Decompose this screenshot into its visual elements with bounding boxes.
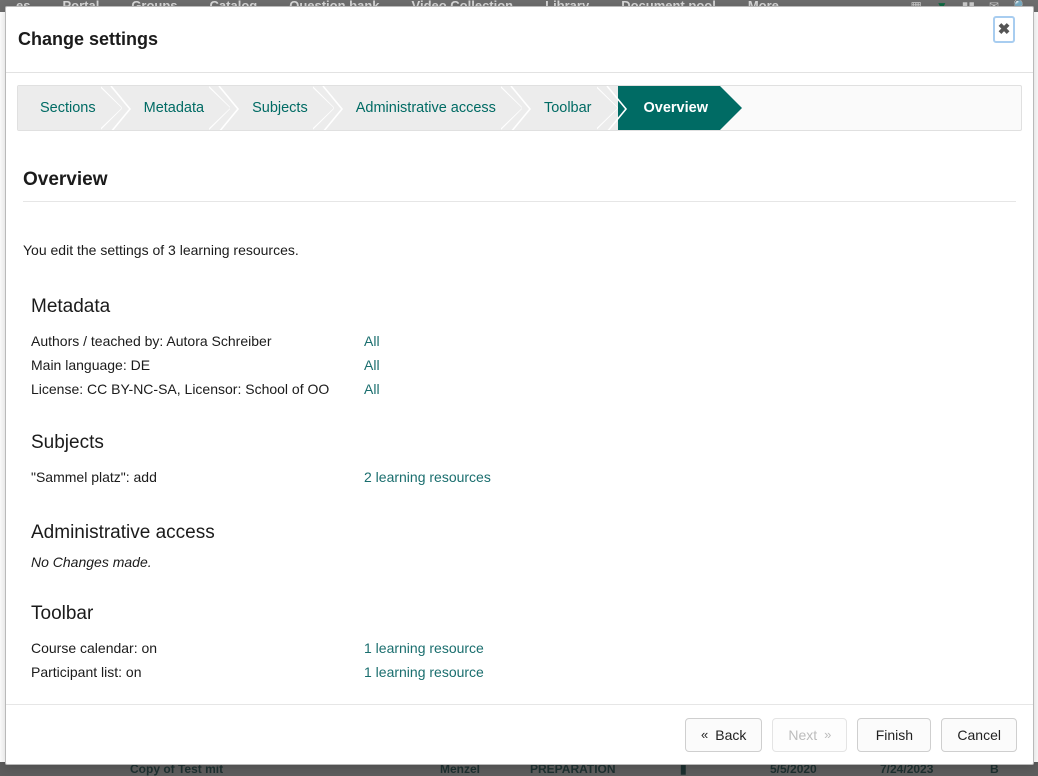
section-toolbar: Toolbar Course calendar: on 1 learning r… (31, 603, 1022, 684)
summary-link[interactable]: 2 learning resources (364, 465, 491, 489)
modal-header: Change settings ✖ (6, 7, 1033, 73)
content-title: Overview (23, 169, 1022, 191)
summary-row: Main language: DE All (31, 353, 1022, 377)
summary-link[interactable]: 1 learning resource (364, 660, 484, 684)
summary-row: Participant list: on 1 learning resource (31, 660, 1022, 684)
step-label: Toolbar (544, 100, 592, 116)
next-button-label: Next (788, 727, 817, 743)
step-metadata[interactable]: Metadata (122, 86, 230, 130)
step-label: Overview (644, 100, 709, 116)
chevron-left-icon: « (701, 727, 708, 742)
section-title: Metadata (31, 296, 1022, 318)
modal-footer: « Back Next » Finish Cancel (6, 704, 1033, 764)
summary-label: "Sammel platz": add (31, 465, 157, 489)
section-subjects: Subjects "Sammel platz": add 2 learning … (31, 432, 1022, 489)
step-toolbar[interactable]: Toolbar (522, 86, 618, 130)
next-button[interactable]: Next » (772, 718, 847, 752)
summary-label: Course calendar: on (31, 636, 157, 660)
step-administrative-access[interactable]: Administrative access (334, 86, 522, 130)
section-title: Toolbar (31, 603, 1022, 625)
summary-label: Authors / teached by: Autora Schreiber (31, 329, 271, 353)
section-rows: Course calendar: on 1 learning resource … (31, 636, 1022, 684)
summary-link[interactable]: All (364, 329, 380, 353)
step-label: Sections (40, 100, 96, 116)
section-administrative-access: Administrative access No Changes made. (31, 522, 1022, 570)
summary-link[interactable]: All (364, 353, 380, 377)
finish-button-label: Finish (876, 727, 913, 743)
back-button[interactable]: « Back (685, 718, 762, 752)
summary-link[interactable]: All (364, 377, 380, 401)
page-title: Change settings (18, 29, 158, 50)
step-label: Metadata (144, 100, 204, 116)
summary-label: Main language: DE (31, 353, 150, 377)
back-button-label: Back (715, 727, 746, 743)
summary-row: Course calendar: on 1 learning resource (31, 636, 1022, 660)
chevron-right-icon: » (824, 727, 831, 742)
summary-row: License: CC BY-NC-SA, Licensor: School o… (31, 377, 1022, 401)
section-metadata: Metadata Authors / teached by: Autora Sc… (31, 296, 1022, 401)
wizard-steps: Sections Metadata Subjects Administrativ… (17, 85, 1022, 131)
section-rows: Authors / teached by: Autora Schreiber A… (31, 329, 1022, 401)
section-title: Subjects (31, 432, 1022, 454)
cancel-button-label: Cancel (957, 727, 1001, 743)
step-subjects[interactable]: Subjects (230, 86, 334, 130)
title-divider (23, 201, 1016, 202)
step-sections[interactable]: Sections (18, 86, 122, 130)
summary-row: "Sammel platz": add 2 learning resources (31, 465, 1022, 489)
modal-body: Sections Metadata Subjects Administrativ… (6, 73, 1033, 704)
summary-row: Authors / teached by: Autora Schreiber A… (31, 329, 1022, 353)
section-rows: "Sammel platz": add 2 learning resources (31, 465, 1022, 489)
summary-label: Participant list: on (31, 660, 142, 684)
change-settings-modal: Change settings ✖ Sections Metadata Subj… (5, 6, 1034, 765)
step-label: Administrative access (356, 100, 496, 116)
close-icon[interactable]: ✖ (993, 16, 1015, 43)
cancel-button[interactable]: Cancel (941, 718, 1017, 752)
step-overview[interactable]: Overview (618, 86, 743, 130)
intro-text: You edit the settings of 3 learning reso… (23, 242, 1022, 258)
finish-button[interactable]: Finish (857, 718, 931, 752)
step-label: Subjects (252, 100, 308, 116)
summary-label: License: CC BY-NC-SA, Licensor: School o… (31, 377, 329, 401)
no-changes-note: No Changes made. (31, 554, 1022, 570)
section-title: Administrative access (31, 522, 1022, 544)
summary-link[interactable]: 1 learning resource (364, 636, 484, 660)
